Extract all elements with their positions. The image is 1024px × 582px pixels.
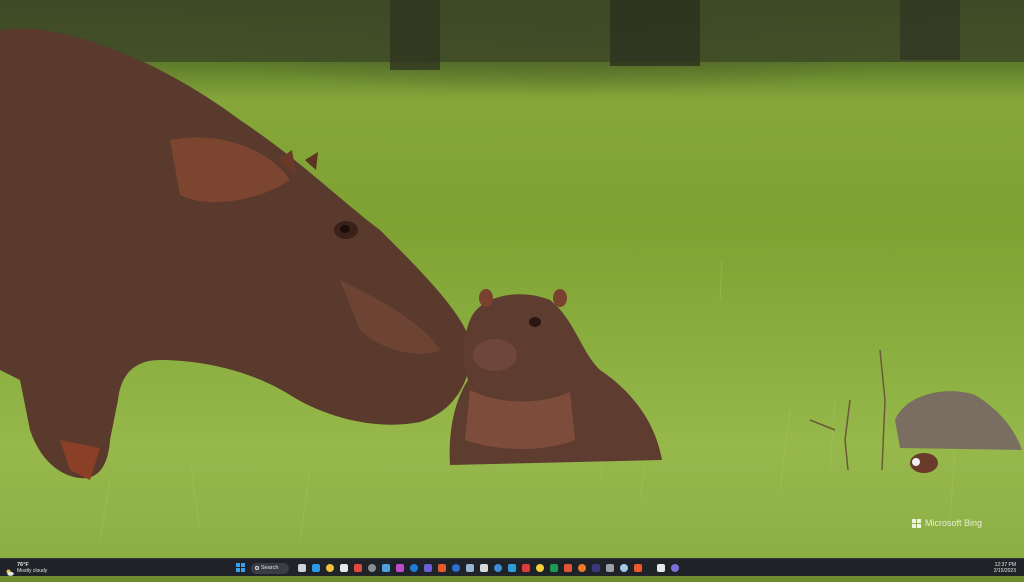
office-app[interactable] (436, 563, 447, 574)
brave-icon (633, 564, 642, 572)
watermark-text: Microsoft Bing (924, 518, 982, 528)
html-app[interactable] (562, 563, 573, 574)
snipping-app[interactable] (394, 563, 405, 574)
calculator-icon (367, 564, 376, 572)
task-view-button[interactable] (296, 563, 307, 574)
notes-app[interactable] (506, 563, 517, 574)
chrome-icon (353, 564, 362, 572)
search-label: Search (261, 565, 279, 571)
edge-app[interactable] (310, 563, 321, 574)
calculator-app[interactable] (366, 563, 377, 574)
photos-icon (381, 564, 390, 572)
brave-app[interactable] (632, 563, 643, 574)
fire-icon (577, 564, 586, 572)
headset-app[interactable] (478, 563, 489, 574)
edge-icon (311, 564, 320, 572)
photos-app[interactable] (380, 563, 391, 574)
outlook-icon (409, 564, 418, 572)
excel-icon (549, 564, 558, 572)
fire-app[interactable] (576, 563, 587, 574)
excel-app[interactable] (548, 563, 559, 574)
desktop-wallpaper: Microsoft Bing (0, 0, 1024, 558)
teams-chat-app[interactable] (669, 563, 680, 574)
key-icon (465, 564, 474, 572)
teams-icon (423, 564, 432, 572)
microsoft-logo-icon (911, 518, 921, 528)
notes-icon (507, 564, 516, 572)
weather-condition: Mostly cloudy (17, 568, 48, 574)
store-icon (339, 564, 348, 572)
snip-icon (395, 564, 404, 572)
adobe-icon (591, 564, 600, 572)
monitor-app[interactable] (604, 563, 615, 574)
sticky-icon (535, 564, 544, 572)
teams-app[interactable] (422, 563, 433, 574)
html-icon (563, 564, 572, 572)
vpn-app[interactable] (464, 563, 475, 574)
headset-icon (479, 564, 488, 572)
monitor-icon (605, 564, 614, 572)
clock-date: 2/15/2023 (993, 568, 1016, 574)
hippo-wallpaper-image (0, 0, 1024, 541)
sticky-app[interactable] (534, 563, 545, 574)
bing-watermark: Microsoft Bing (911, 518, 982, 528)
chat-icon (670, 564, 679, 572)
windows-logo-icon (236, 559, 245, 577)
office-icon (437, 564, 446, 572)
outlook-app[interactable] (408, 563, 419, 574)
taskbar-center: Search (235, 561, 680, 575)
system-clock[interactable]: 12:37 PM 2/15/2023 (994, 560, 1016, 576)
shield-app[interactable] (655, 563, 666, 574)
taskbar-search-box[interactable]: Search (251, 562, 289, 574)
word-icon (451, 564, 460, 572)
word-app[interactable] (450, 563, 461, 574)
search-icon (255, 566, 259, 570)
terminal-app[interactable] (492, 563, 503, 574)
task-view-icon (297, 564, 306, 572)
weather-widget[interactable]: 76°F Mostly cloudy (5, 560, 47, 576)
document-icon (619, 564, 628, 572)
opera-app[interactable] (520, 563, 531, 574)
document-app[interactable] (618, 563, 629, 574)
shield-icon (656, 564, 665, 572)
chrome-app[interactable] (352, 563, 363, 574)
terminal-icon (493, 564, 502, 572)
adobe-app[interactable] (590, 563, 601, 574)
folder-icon (325, 564, 334, 572)
file-explorer-app[interactable] (324, 563, 335, 574)
partly-cloudy-icon (5, 564, 14, 576)
opera-icon (521, 564, 530, 572)
start-button[interactable] (235, 563, 246, 574)
taskbar: 76°F Mostly cloudy Search 12:37 PM 2/15/… (0, 558, 1024, 576)
store-app[interactable] (338, 563, 349, 574)
